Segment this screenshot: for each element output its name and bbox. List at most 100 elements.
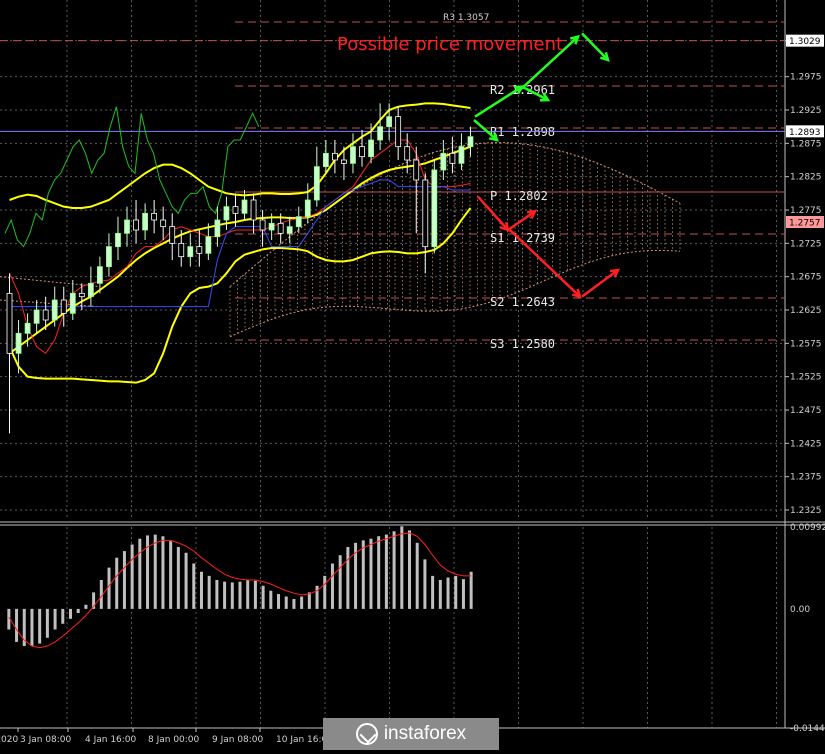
oscillator-bar: [130, 544, 134, 609]
chart-root: R3 1.3057 R2 1.2961 R1 1.2898 P 1.2802 S1 1.…: [0, 0, 825, 750]
oscillator-bar: [292, 598, 296, 609]
oscillator-bar: [415, 542, 419, 609]
candle-body: [214, 219, 221, 238]
price-tick-label: 1.2475: [790, 406, 822, 416]
oscillator-bar: [15, 608, 19, 642]
oscillator-tick-label: 0.00: [790, 605, 810, 615]
price-tick-label: 1.2375: [790, 473, 822, 483]
candle-body: [377, 126, 383, 141]
oscillator-bar: [153, 534, 157, 609]
candle-body: [313, 166, 320, 201]
candle-body: [431, 169, 438, 248]
oscillator-bar: [431, 575, 435, 609]
price-marker-label: 1.2893: [789, 128, 821, 138]
candle-body: [24, 322, 31, 334]
watermark: instaforex: [323, 718, 499, 750]
oscillator-bar: [84, 604, 88, 609]
candle-body: [404, 146, 411, 161]
oscillator-bar: [369, 538, 373, 609]
oscillator-bar: [400, 526, 404, 609]
price-axis: 1.3029 1.2975 1.2925 1.2875 1.2825 1.2775 1.27…: [785, 34, 824, 516]
watermark-text: instaforex: [383, 723, 467, 744]
candle-body: [232, 206, 239, 214]
oscillator-bar: [346, 546, 350, 609]
candle-body: [196, 246, 203, 254]
time-tick-label: 9 Jan 08:00: [212, 735, 264, 745]
candle-body: [87, 282, 94, 298]
pivot-label-s2: S2 1.2643: [490, 295, 555, 309]
candle-body: [241, 199, 248, 214]
oscillator-bar: [199, 571, 203, 609]
candle-body: [178, 242, 185, 258]
price-tick-label: 1.2325: [790, 506, 822, 516]
oscillator-bar: [361, 540, 365, 609]
candle-body: [322, 152, 329, 168]
forecast-annotation: Possible price movement: [337, 34, 563, 55]
oscillator-bar: [408, 530, 412, 609]
candle-body: [259, 219, 266, 231]
candle-body: [277, 222, 284, 234]
oscillator-bar: [107, 567, 111, 609]
candle-body: [341, 159, 347, 164]
oscillator-bar: [207, 575, 211, 609]
price-tick-label: 1.2425: [790, 439, 822, 449]
candle-body: [223, 206, 230, 221]
chart-background: [0, 0, 825, 750]
oscillator-bar: [284, 596, 288, 609]
candle-body: [250, 199, 257, 221]
candle-body: [458, 146, 465, 164]
price-tick-label: 1.2725: [790, 239, 822, 249]
oscillator-bar: [330, 563, 334, 609]
candle-body: [6, 292, 13, 354]
oscillator-bar: [223, 581, 227, 609]
oscillator-bar: [76, 608, 80, 614]
price-tick-label: 1.2625: [790, 306, 822, 316]
oscillator-bar: [438, 579, 442, 609]
pivot-label-p: P 1.2802: [490, 189, 548, 203]
candle-body: [304, 199, 311, 218]
oscillator-bar: [461, 579, 465, 609]
oscillator-bar: [176, 546, 180, 609]
oscillator-bar: [446, 577, 450, 609]
candle-body: [467, 136, 474, 148]
candle-body: [187, 246, 194, 258]
oscillator-bar: [61, 608, 65, 624]
candle-body: [160, 219, 167, 228]
oscillator-bar: [269, 590, 273, 609]
oscillator-bar: [38, 608, 42, 644]
oscillator-bar: [238, 581, 242, 609]
time-tick-label: 4 Jan 16:00: [85, 735, 137, 745]
candle-body: [205, 236, 212, 254]
oscillator-bar: [169, 541, 173, 609]
oscillator-bar: [122, 551, 126, 609]
oscillator-bar: [253, 580, 257, 609]
candle-body: [97, 266, 103, 284]
candle-body: [440, 152, 447, 171]
candle-body: [350, 146, 356, 164]
price-tick-label: 1.2575: [790, 339, 822, 349]
pivot-label-r3: R3 1.3057: [443, 13, 489, 23]
oscillator-bar: [215, 579, 219, 609]
oscillator-bar: [138, 538, 142, 609]
pivot-label-s3: S3 1.2580: [490, 337, 555, 351]
candle-body: [295, 216, 302, 228]
oscillator-bar: [277, 594, 281, 609]
oscillator-bar: [161, 536, 165, 609]
candle-body: [169, 226, 176, 244]
oscillator-tick-label: 0.00992: [790, 523, 825, 533]
time-tick-label: 8 Jan 00:00: [148, 735, 200, 745]
oscillator-bar: [323, 575, 327, 609]
time-tick-label: 3 Jan 08:00: [20, 735, 72, 745]
candle-body: [33, 309, 40, 324]
price-marker-label: 1.3029: [789, 37, 821, 47]
oscillator-bar: [184, 552, 188, 609]
oscillator-bar: [377, 536, 381, 609]
price-tick-label: 1.2825: [790, 173, 822, 183]
candle-body: [286, 226, 293, 234]
candle-body: [133, 219, 139, 231]
candle-body: [69, 292, 76, 314]
oscillator-bar: [45, 608, 49, 638]
candle-body: [115, 232, 121, 248]
oscillator-bar: [392, 531, 396, 609]
chart-canvas: R3 1.3057R2 1.2961R1 1.2898P 1.2802S1 1.…: [0, 0, 825, 750]
